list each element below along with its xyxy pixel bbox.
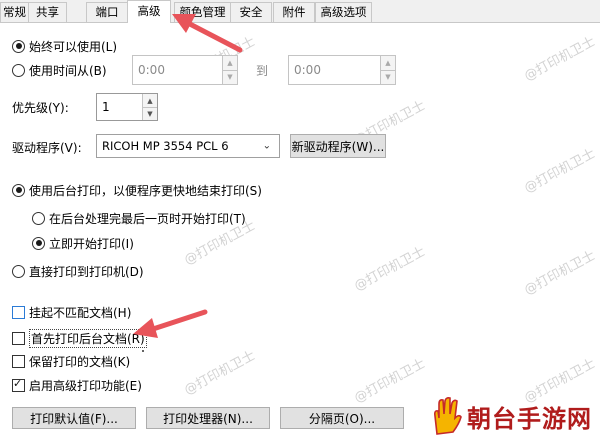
arrow-icon [133,309,208,338]
stray-dot [142,350,144,352]
site-logo: 朝台手游网 [429,396,592,436]
hand-logo-icon [434,397,462,435]
tab-advanced[interactable]: 高级 [127,0,171,23]
logo-text: 朝台手游网 [467,404,592,433]
arrow-icon [172,14,243,53]
annotation-arrows [133,14,243,352]
